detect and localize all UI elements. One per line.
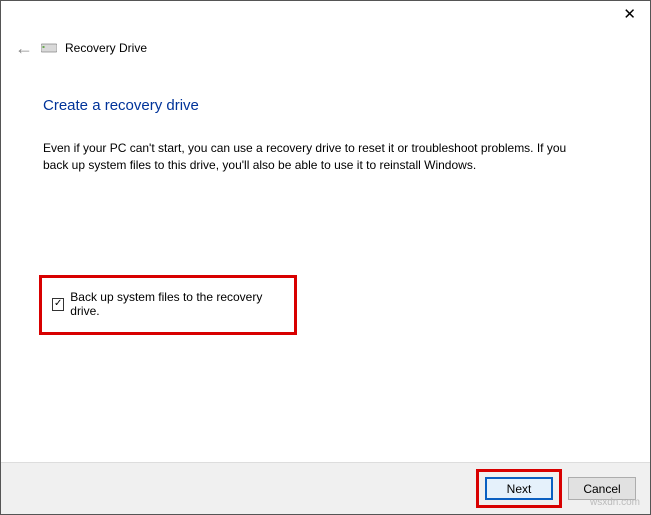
backup-checkbox[interactable]: ✓ Back up system files to the recovery d… [52,290,280,318]
back-arrow-icon: ← [15,39,33,57]
checkbox-icon: ✓ [52,298,64,311]
next-button[interactable]: Next [485,477,553,500]
page-heading: Create a recovery drive [43,97,608,114]
next-button-highlight: Next [476,469,562,508]
window-title: Recovery Drive [65,41,147,55]
page-description: Even if your PC can't start, you can use… [43,140,583,175]
backup-checkbox-area: ✓ Back up system files to the recovery d… [39,275,297,335]
drive-icon [41,42,57,54]
watermark: wsxdn.com [590,497,640,508]
footer: Next Cancel [1,462,650,514]
close-icon[interactable]: ✕ [623,5,636,23]
backup-checkbox-label: Back up system files to the recovery dri… [70,290,280,318]
